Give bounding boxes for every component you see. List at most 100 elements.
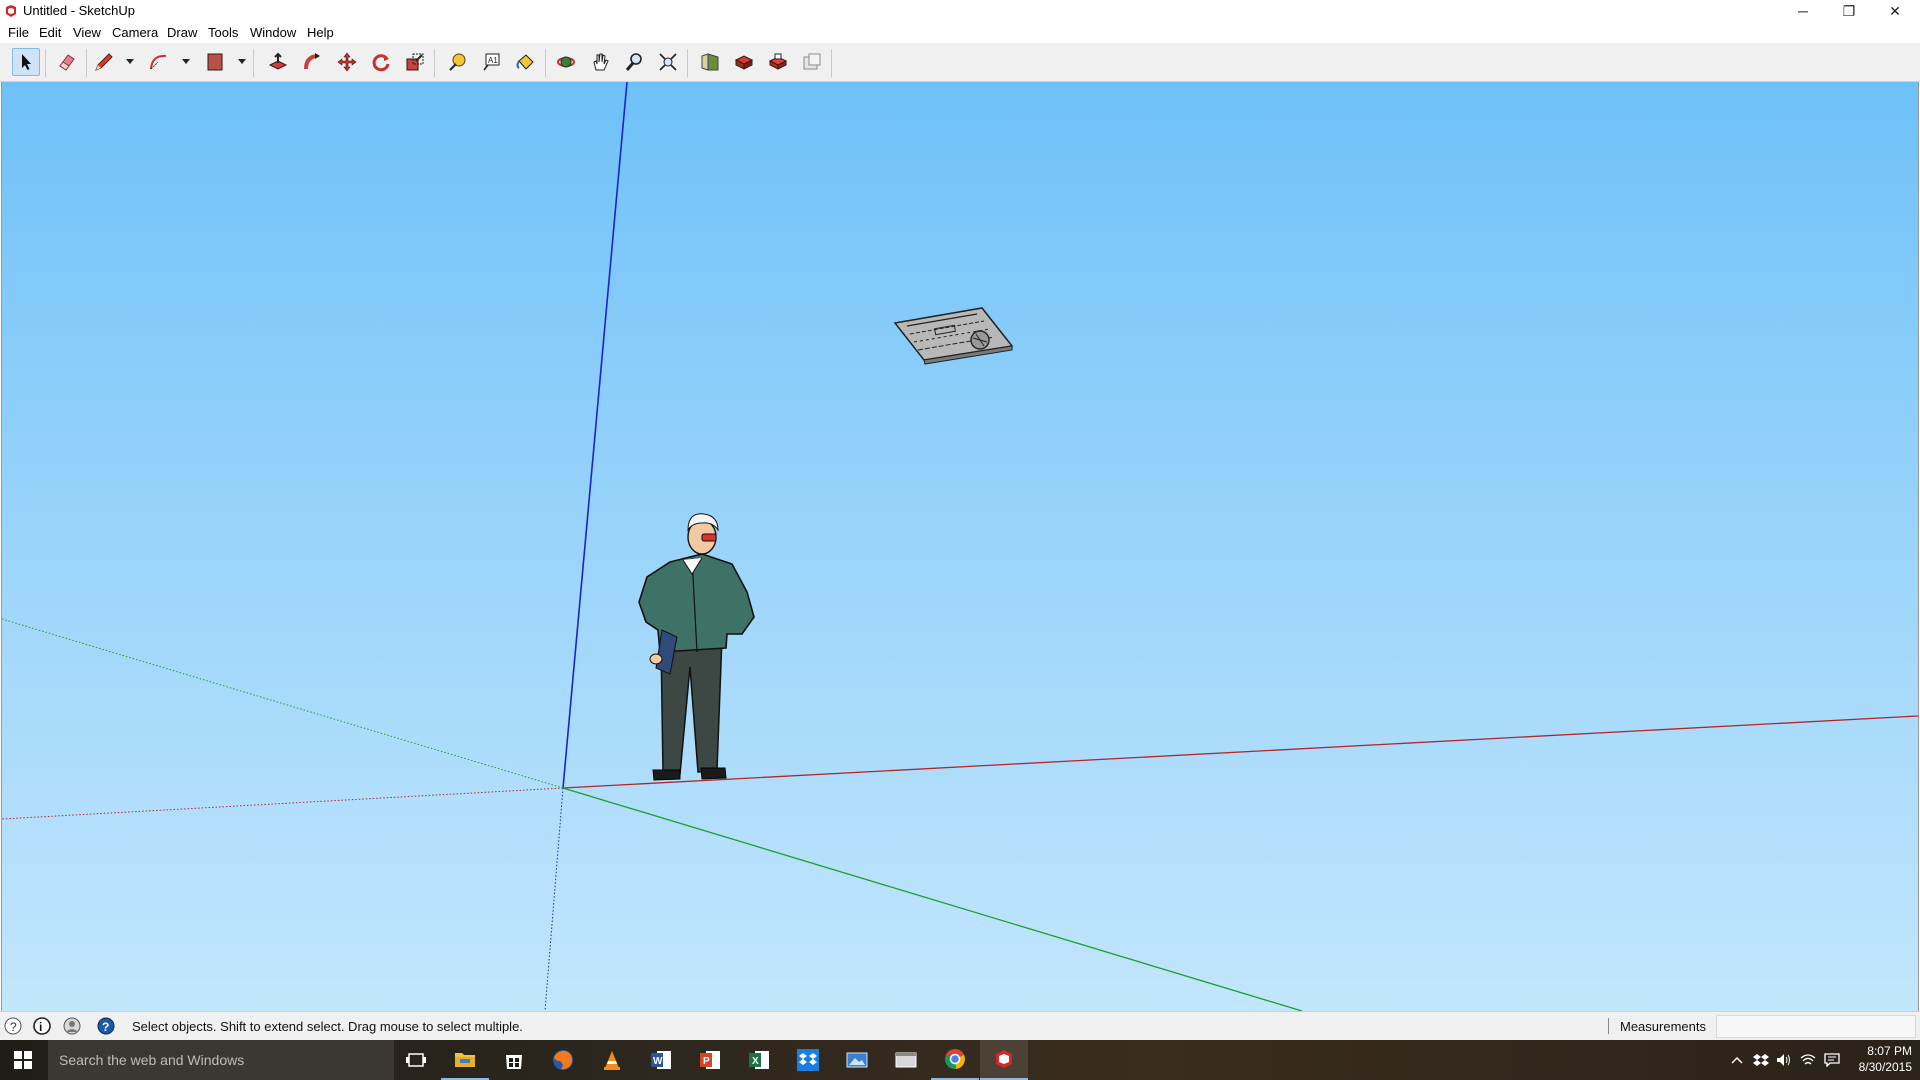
tray-action-center[interactable] — [1821, 1040, 1843, 1080]
taskbar-powerpoint[interactable]: P — [686, 1040, 734, 1080]
eraser-icon — [59, 54, 75, 71]
tray-overflow-button[interactable] — [1726, 1040, 1748, 1080]
restore-button[interactable]: ❐ — [1826, 0, 1872, 22]
start-button[interactable] — [0, 1040, 46, 1080]
model-viewport[interactable] — [1, 82, 1919, 1011]
taskbar-vlc[interactable] — [588, 1040, 636, 1080]
chevron-down-icon[interactable] — [124, 55, 136, 67]
move-tool-button[interactable] — [333, 48, 361, 76]
move-icon — [337, 52, 357, 72]
push-pull-icon — [268, 52, 288, 70]
chevron-up-icon — [1731, 1056, 1743, 1064]
powerpoint-icon: P — [700, 1051, 720, 1069]
taskbar-explorer-window[interactable] — [882, 1040, 930, 1080]
arc-tool-button[interactable] — [145, 48, 173, 76]
dropbox-icon — [797, 1049, 819, 1071]
window-title: Untitled - SketchUp — [23, 3, 135, 18]
menu-edit[interactable]: Edit — [39, 25, 61, 40]
zoom-tool-button[interactable] — [620, 48, 648, 76]
taskbar-search-box[interactable]: Search the web and Windows — [48, 1040, 394, 1080]
eraser-tool-button[interactable] — [53, 48, 81, 76]
svg-text:A1: A1 — [488, 56, 498, 65]
windows-taskbar: Search the web and Windows W P X 8:07 PM… — [0, 1040, 1920, 1080]
svg-text:?: ? — [102, 1020, 109, 1034]
zoom-icon — [625, 53, 642, 71]
sketchup-logo-icon — [6, 5, 16, 17]
scale-tool-button[interactable] — [401, 48, 429, 76]
measurements-input[interactable] — [1716, 1015, 1916, 1038]
close-button[interactable]: ✕ — [1872, 0, 1918, 22]
menu-tools[interactable]: Tools — [208, 25, 238, 40]
rectangle-tool-button[interactable] — [201, 48, 229, 76]
pencil-line-icon — [95, 53, 113, 71]
menu-file[interactable]: File — [8, 25, 29, 40]
measurements-label: Measurements — [1620, 1019, 1706, 1034]
menu-window[interactable]: Window — [250, 25, 296, 40]
sketchup-icon — [996, 1050, 1012, 1068]
taskbar-word[interactable]: W — [637, 1040, 685, 1080]
red-axis-positive — [562, 715, 1918, 789]
paint-bucket-tool-button[interactable] — [511, 48, 539, 76]
extension-warehouse-button[interactable] — [730, 48, 758, 76]
tray-network[interactable] — [1797, 1040, 1819, 1080]
credits-icon[interactable]: i — [32, 1016, 52, 1036]
tape-measure-tool-button[interactable] — [443, 48, 471, 76]
minimize-button[interactable]: ─ — [1780, 0, 1826, 22]
follow-me-icon — [304, 53, 320, 70]
taskbar-file-explorer[interactable] — [441, 1040, 489, 1080]
menu-camera[interactable]: Camera — [112, 25, 158, 40]
taskbar-chrome[interactable] — [931, 1040, 979, 1080]
chevron-down-icon[interactable] — [180, 55, 192, 67]
3d-warehouse-button[interactable] — [696, 48, 724, 76]
menu-view[interactable]: View — [73, 25, 101, 40]
svg-text:i: i — [39, 1020, 42, 1034]
geo-location-icon[interactable]: ? — [3, 1016, 23, 1036]
scene-canvas[interactable] — [2, 82, 1918, 1011]
paint-bucket-icon — [516, 54, 534, 70]
svg-text:P: P — [703, 1056, 710, 1067]
taskbar-dropbox[interactable] — [784, 1040, 832, 1080]
zoom-extents-tool-button[interactable] — [654, 48, 682, 76]
taskbar-clock[interactable]: 8:07 PM 8/30/2015 — [1846, 1043, 1912, 1075]
svg-text:X: X — [752, 1056, 759, 1067]
taskbar-store[interactable] — [490, 1040, 538, 1080]
chevron-down-icon[interactable] — [236, 55, 248, 67]
extension-manager-button[interactable] — [798, 48, 826, 76]
select-icon — [22, 54, 31, 70]
push-pull-tool-button[interactable] — [264, 48, 292, 76]
excel-icon: X — [749, 1051, 769, 1069]
orbit-tool-button[interactable] — [552, 48, 580, 76]
figure-person[interactable] — [638, 513, 755, 781]
taskbar-photos[interactable] — [833, 1040, 881, 1080]
task-view-button[interactable] — [392, 1040, 440, 1080]
account-icon[interactable] — [62, 1016, 82, 1036]
blue-axis-negative — [544, 787, 564, 1011]
wifi-icon — [1800, 1054, 1816, 1065]
floating-keyboard-component[interactable] — [893, 307, 1014, 365]
store-icon — [506, 1055, 522, 1069]
clock-date: 8/30/2015 — [1858, 1060, 1912, 1074]
clock-time: 8:07 PM — [1867, 1044, 1912, 1058]
tray-volume[interactable] — [1773, 1040, 1795, 1080]
menu-help[interactable]: Help — [307, 25, 334, 40]
menu-draw[interactable]: Draw — [167, 25, 197, 40]
line-tool-button[interactable] — [90, 48, 118, 76]
rotate-tool-button[interactable] — [367, 48, 395, 76]
pan-icon — [593, 53, 609, 71]
follow-me-tool-button[interactable] — [298, 48, 326, 76]
text-tool-button[interactable]: A1 — [477, 48, 505, 76]
task-view-icon — [406, 1053, 426, 1067]
instructor-help-icon[interactable]: ? — [96, 1016, 116, 1036]
taskbar-sketchup[interactable] — [980, 1040, 1028, 1080]
extension-manager-icon — [803, 53, 821, 70]
taskbar-excel[interactable]: X — [735, 1040, 783, 1080]
send-to-layout-button[interactable] — [764, 48, 792, 76]
select-tool-button[interactable] — [12, 48, 40, 76]
tray-dropbox[interactable] — [1750, 1040, 1772, 1080]
pan-tool-button[interactable] — [586, 48, 614, 76]
taskbar-firefox[interactable] — [539, 1040, 587, 1080]
scale-icon — [406, 53, 424, 71]
menu-bar: File Edit View Camera Draw Tools Window … — [0, 22, 1920, 43]
blue-axis-positive — [562, 82, 628, 789]
photos-icon — [846, 1052, 868, 1068]
